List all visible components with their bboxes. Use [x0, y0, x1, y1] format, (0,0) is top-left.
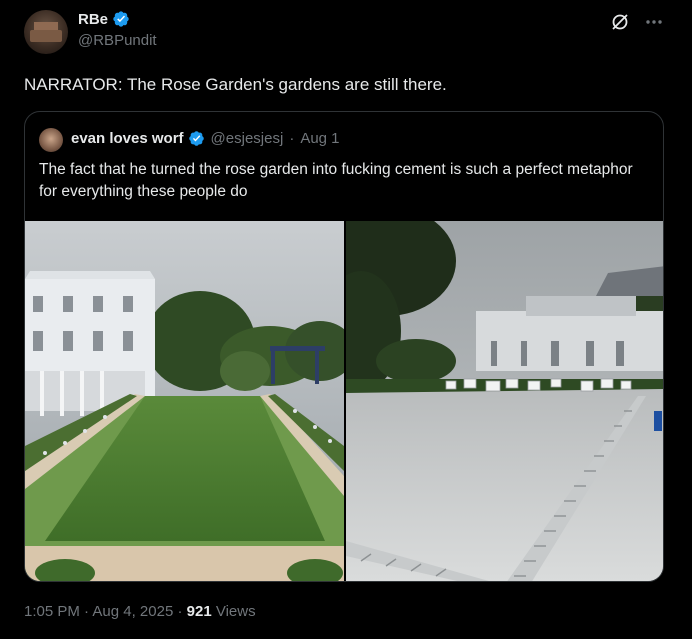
avatar[interactable]: [24, 10, 68, 54]
views-label: Views: [215, 603, 256, 620]
quoted-tweet[interactable]: evan loves worf @esjesjesj · Aug 1 The f…: [24, 111, 664, 582]
patio-photo-image: [346, 221, 663, 581]
lawn-photo-image: [25, 221, 344, 581]
tweet-footer: 1:05 PM · Aug 4, 2025 · 921 Views: [24, 603, 256, 620]
photo-rose-garden-patio[interactable]: [346, 221, 663, 581]
verified-badge-icon: [188, 131, 204, 146]
more-icon[interactable]: [644, 12, 664, 32]
grok-icon[interactable]: [610, 12, 630, 32]
views-count[interactable]: 921: [187, 603, 212, 620]
quoted-date[interactable]: Aug 1: [300, 130, 339, 147]
photo-grid: [25, 221, 663, 581]
tweet-date[interactable]: Aug 4, 2025: [92, 603, 173, 620]
tweet-time[interactable]: 1:05 PM: [24, 603, 80, 620]
avatar-porch: [30, 30, 62, 42]
footer-separator: ·: [84, 603, 90, 620]
top-actions: [610, 12, 664, 32]
verified-badge-icon: [113, 11, 129, 27]
quoted-header: evan loves worf @esjesjesj · Aug 1: [71, 130, 340, 147]
tweet: RBe @RBPundit NARRATOR: The Rose Garden'…: [0, 0, 692, 639]
author-name[interactable]: RBe: [78, 11, 108, 28]
photo-rose-garden-lawn[interactable]: [25, 221, 344, 581]
quoted-text: The fact that he turned the rose garden …: [39, 161, 633, 200]
author-block: RBe @RBPundit: [78, 10, 157, 50]
quoted-avatar[interactable]: [39, 128, 63, 152]
quoted-separator: ·: [289, 130, 295, 147]
avatar-roof: [34, 22, 58, 30]
tweet-text: NARRATOR: The Rose Garden's gardens are …: [24, 75, 447, 94]
quoted-author-handle[interactable]: @esjesjesj: [211, 130, 284, 147]
author-name-row: RBe: [78, 10, 157, 28]
footer-separator: ·: [177, 603, 183, 620]
author-handle[interactable]: @RBPundit: [78, 32, 157, 49]
quoted-author-name[interactable]: evan loves worf: [71, 130, 184, 147]
